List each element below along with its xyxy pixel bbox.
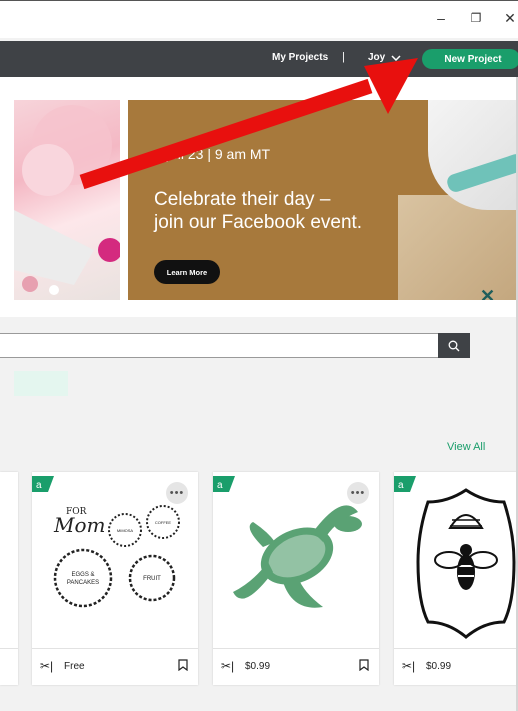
search-button[interactable] bbox=[438, 333, 470, 358]
access-badge-icon: a bbox=[32, 476, 54, 492]
svg-text:EGGS &: EGGS & bbox=[71, 572, 94, 578]
project-card[interactable]: FOR Mom MIMOSA COFFEE EGGS & PANCAKES FR… bbox=[32, 472, 198, 685]
access-badge-icon: a bbox=[394, 476, 416, 492]
card-price: $0.99 bbox=[245, 661, 271, 672]
card-footer: ✂| Free bbox=[32, 648, 198, 685]
more-options-button[interactable]: ••• bbox=[347, 482, 369, 504]
bee-hive-design bbox=[416, 488, 516, 639]
card-footer: ✂| $0.99 bbox=[394, 648, 518, 685]
svg-text:a: a bbox=[398, 480, 404, 491]
access-badge-icon: a bbox=[213, 476, 235, 492]
card-image bbox=[394, 472, 518, 648]
svg-text:FRUIT: FRUIT bbox=[143, 576, 161, 582]
svg-text:Mom: Mom bbox=[53, 513, 105, 537]
search-input[interactable] bbox=[0, 333, 440, 358]
bookmark-icon[interactable] bbox=[178, 659, 188, 671]
view-all-link[interactable]: View All bbox=[447, 441, 485, 453]
svg-text:MIMOSA: MIMOSA bbox=[117, 528, 134, 533]
scissors-icon: ✂| bbox=[40, 659, 54, 673]
more-options-button[interactable]: ••• bbox=[166, 482, 188, 504]
svg-text:a: a bbox=[36, 480, 42, 491]
partial-card[interactable] bbox=[0, 472, 18, 685]
scissors-icon: ✂| bbox=[402, 659, 416, 673]
svg-text:COFFEE: COFFEE bbox=[155, 520, 172, 525]
svg-text:a: a bbox=[217, 480, 223, 491]
project-card[interactable]: a ••• ✂| $0.99 bbox=[213, 472, 379, 685]
card-price: $0.99 bbox=[426, 661, 452, 672]
project-card[interactable]: a ✂| $0.99 bbox=[394, 472, 518, 685]
bookmark-icon[interactable] bbox=[359, 659, 369, 671]
scissors-icon: ✂| bbox=[221, 659, 235, 673]
card-price: Free bbox=[64, 661, 85, 672]
filter-chip[interactable] bbox=[14, 371, 68, 396]
svg-text:PANCAKES: PANCAKES bbox=[67, 580, 99, 586]
search-icon bbox=[448, 340, 460, 351]
partial-card-footer bbox=[0, 648, 18, 685]
card-footer: ✂| $0.99 bbox=[213, 648, 379, 685]
